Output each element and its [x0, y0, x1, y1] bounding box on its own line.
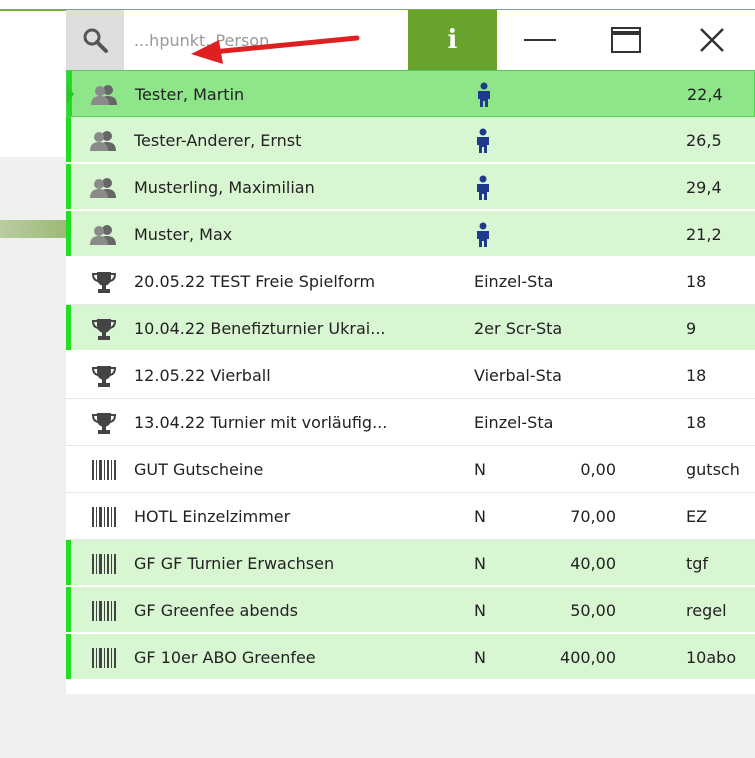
- row-value: 10abo: [686, 648, 737, 667]
- male-icon: [471, 128, 495, 154]
- search-button[interactable]: [66, 10, 124, 70]
- row-price: 0,00: [580, 460, 616, 479]
- row-price: 70,00: [570, 507, 616, 526]
- search-panel: i Tester, Martin 22,4 Tester-Anderer, Erns…: [66, 10, 755, 694]
- maximize-icon: [611, 27, 642, 53]
- male-icon: [472, 82, 496, 108]
- row-name: 13.04.22 Turnier mit vorläufig...: [134, 413, 388, 432]
- row-name: HOTL Einzelzimmer: [134, 507, 291, 526]
- row-status-marker: [66, 164, 71, 209]
- result-row-tournament[interactable]: 10.04.22 Benefizturnier Ukrai... 2er Scr-…: [66, 305, 755, 352]
- people-icon: [88, 223, 120, 247]
- trophy-icon: [88, 411, 120, 435]
- row-name: 12.05.22 Vierball: [134, 366, 271, 385]
- barcode-icon: [88, 599, 120, 623]
- row-status-marker: [66, 305, 71, 350]
- row-name: Muster, Max: [134, 225, 233, 244]
- minimize-icon: [524, 39, 557, 41]
- row-status-marker: [66, 540, 71, 585]
- result-row-person[interactable]: Tester-Anderer, Ernst 26,5: [66, 117, 755, 164]
- people-icon: [89, 83, 121, 107]
- row-category: N: [474, 648, 486, 667]
- barcode-icon: [88, 505, 120, 529]
- row-value: gutsch: [686, 460, 740, 479]
- result-row-article[interactable]: GF Greenfee abends N 50,00 regel: [66, 587, 755, 634]
- row-name: 10.04.22 Benefizturnier Ukrai...: [134, 319, 386, 338]
- info-button[interactable]: i: [407, 10, 498, 70]
- row-category: N: [474, 507, 486, 526]
- row-name: Tester-Anderer, Ernst: [134, 131, 302, 150]
- background-stripe: [0, 220, 66, 238]
- row-value: 18: [686, 272, 707, 291]
- row-value: regel: [686, 601, 727, 620]
- row-status-marker: [66, 211, 71, 256]
- row-name: 20.05.22 TEST Freie Spielform: [134, 272, 376, 291]
- row-status-marker: [66, 634, 71, 679]
- male-icon: [471, 175, 495, 201]
- result-list: Tester, Martin 22,4 Tester-Anderer, Ernst 2…: [66, 70, 755, 681]
- result-row-article[interactable]: GUT Gutscheine N 0,00 gutsch: [66, 446, 755, 493]
- male-icon: [471, 222, 495, 248]
- row-category: Vierbal-Sta: [474, 366, 562, 385]
- row-category: 2er Scr-Sta: [474, 319, 563, 338]
- trophy-icon: [88, 317, 120, 341]
- row-category: Einzel-Sta: [474, 272, 554, 291]
- row-value: 21,2: [686, 225, 722, 244]
- result-row-person[interactable]: Muster, Max 21,2: [66, 211, 755, 258]
- result-row-article[interactable]: HOTL Einzelzimmer N 70,00 EZ: [66, 493, 755, 540]
- row-name: GF Greenfee abends: [134, 601, 298, 620]
- result-row-tournament[interactable]: 13.04.22 Turnier mit vorläufig... Einzel-…: [66, 399, 755, 446]
- row-value: EZ: [686, 507, 708, 526]
- row-value: 22,4: [687, 85, 723, 104]
- row-status-marker: [66, 117, 71, 162]
- row-name: Musterling, Maximilian: [134, 178, 315, 197]
- close-icon: [700, 28, 724, 52]
- people-icon: [88, 176, 120, 200]
- row-value: 9: [686, 319, 697, 338]
- row-category: N: [474, 601, 486, 620]
- info-icon: i: [447, 25, 458, 55]
- trophy-icon: [88, 364, 120, 388]
- maximize-button[interactable]: [583, 10, 670, 70]
- result-row-tournament[interactable]: 20.05.22 TEST Freie Spielform Einzel-Sta 1…: [66, 258, 755, 305]
- barcode-icon: [88, 458, 120, 482]
- row-category: N: [474, 554, 486, 573]
- search-input[interactable]: [123, 10, 408, 70]
- row-value: 18: [686, 413, 707, 432]
- search-bar: i: [66, 10, 755, 70]
- barcode-icon: [88, 646, 120, 670]
- people-icon: [88, 129, 120, 153]
- row-category: N: [474, 460, 486, 479]
- result-row-person[interactable]: Musterling, Maximilian 29,4: [66, 164, 755, 211]
- result-row-article[interactable]: GF 10er ABO Greenfee N 400,00 10abo: [66, 634, 755, 681]
- result-row-person[interactable]: Tester, Martin 22,4: [66, 70, 755, 117]
- row-name: GF 10er ABO Greenfee: [134, 648, 316, 667]
- selection-marker: [67, 85, 74, 103]
- row-name: GUT Gutscheine: [134, 460, 264, 479]
- search-icon: [83, 28, 108, 53]
- row-value: tgf: [686, 554, 709, 573]
- row-name: Tester, Martin: [135, 85, 245, 104]
- result-row-article[interactable]: GF GF Turnier Erwachsen N 40,00 tgf: [66, 540, 755, 587]
- row-price: 50,00: [570, 601, 616, 620]
- row-category: Einzel-Sta: [474, 413, 554, 432]
- minimize-button[interactable]: [497, 10, 584, 70]
- trophy-icon: [88, 270, 120, 294]
- row-price: 400,00: [560, 648, 616, 667]
- row-value: 26,5: [686, 131, 722, 150]
- result-row-tournament[interactable]: 12.05.22 Vierball Vierbal-Sta 18: [66, 352, 755, 399]
- row-value: 18: [686, 366, 707, 385]
- row-name: GF GF Turnier Erwachsen: [134, 554, 335, 573]
- row-status-marker: [66, 587, 71, 632]
- close-button[interactable]: [669, 10, 755, 70]
- row-price: 40,00: [570, 554, 616, 573]
- row-value: 29,4: [686, 178, 722, 197]
- barcode-icon: [88, 552, 120, 576]
